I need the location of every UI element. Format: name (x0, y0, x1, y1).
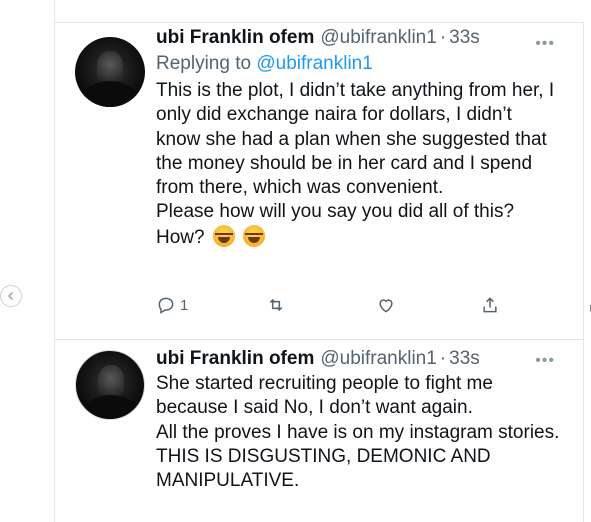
laughing-emoji-icon (212, 224, 235, 247)
analytics-button[interactable] (586, 295, 591, 315)
reply-button[interactable]: 1 (156, 295, 188, 315)
tweet-line: She started recruiting people to fight m… (156, 373, 493, 394)
tweet-header: ubi Franklin ofem @ubifranklin1 · 33s (156, 346, 583, 372)
share-icon (483, 297, 497, 313)
author-name[interactable]: ubi Franklin ofem (156, 27, 314, 49)
chevron-left-icon (8, 292, 13, 300)
author-handle[interactable]: @ubifranklin1 (320, 27, 436, 49)
share-button[interactable] (480, 295, 500, 315)
tweet-line: know she had a plan when she suggested t… (156, 128, 547, 150)
heart-icon (379, 299, 393, 313)
tweet-line: MANIPULATIVE. (156, 470, 300, 492)
tweet-line: All the proves I have is on my instagram… (156, 421, 560, 443)
tweet-actions: 1 (156, 295, 591, 321)
tweet-line: the money should be in her card and I sp… (156, 152, 533, 174)
tweet[interactable]: ubi Franklin ofem @ubifranklin1 · 33s Re… (55, 23, 591, 340)
avatar-face (98, 365, 124, 399)
analytics-icon (590, 305, 591, 312)
tweet-text: She started recruiting people to fight m… (156, 372, 583, 493)
author-handle[interactable]: @ubifranklin1 (320, 348, 436, 370)
retweet-icon (269, 298, 283, 312)
reply-count: 1 (180, 296, 189, 314)
retweet-button[interactable] (266, 295, 286, 315)
like-button[interactable] (376, 295, 396, 315)
tweet-line: Please how will you say you did all of t… (156, 201, 515, 223)
separator: · (439, 348, 447, 369)
replying-prefix: Replying to (156, 53, 252, 74)
right-border (583, 22, 584, 522)
tweet-text: This is the plot, I didn’t take anything… (156, 79, 583, 249)
tweet-content: ubi Franklin ofem @ubifranklin1 · 33s Sh… (156, 346, 583, 493)
more-options-icon[interactable]: ••• (535, 36, 555, 52)
avatar[interactable] (75, 37, 145, 107)
tweet-line: THIS IS DISGUSTING, DEMONIC AND (156, 445, 491, 467)
separator: · (439, 27, 447, 48)
reply-icon (158, 297, 174, 314)
tweet-line-last: How? (156, 224, 583, 249)
previous-arrow-button[interactable] (0, 285, 22, 307)
laughing-emoji-icon (243, 224, 266, 247)
tweet-line: from there, which was convenient. (156, 177, 444, 199)
more-options-icon[interactable]: ••• (535, 353, 555, 369)
tweet-line: This is the plot, I didn’t take anything… (156, 80, 555, 101)
tweet-content: ubi Franklin ofem @ubifranklin1 · 33s Re… (156, 25, 583, 249)
timestamp[interactable]: 33s (449, 27, 480, 49)
tweet-header: ubi Franklin ofem @ubifranklin1 · 33s (156, 25, 583, 51)
timestamp[interactable]: 33s (449, 348, 480, 370)
replying-mention[interactable]: @ubifranklin1 (256, 53, 372, 74)
avatar-shoulders (84, 395, 138, 419)
tweet[interactable]: ubi Franklin ofem @ubifranklin1 · 33s Sh… (55, 340, 583, 522)
avatar-face (97, 51, 123, 85)
replying-to: Replying to @ubifranklin1 (156, 51, 583, 77)
author-name[interactable]: ubi Franklin ofem (156, 348, 314, 370)
avatar-shoulders (83, 81, 137, 107)
tweet-line: How? (156, 226, 205, 248)
tweet-line: because I said No, I don’t want again. (156, 397, 473, 419)
tweet-line: only did exchange naira for dollars, I d… (156, 104, 512, 126)
avatar[interactable] (75, 350, 145, 420)
